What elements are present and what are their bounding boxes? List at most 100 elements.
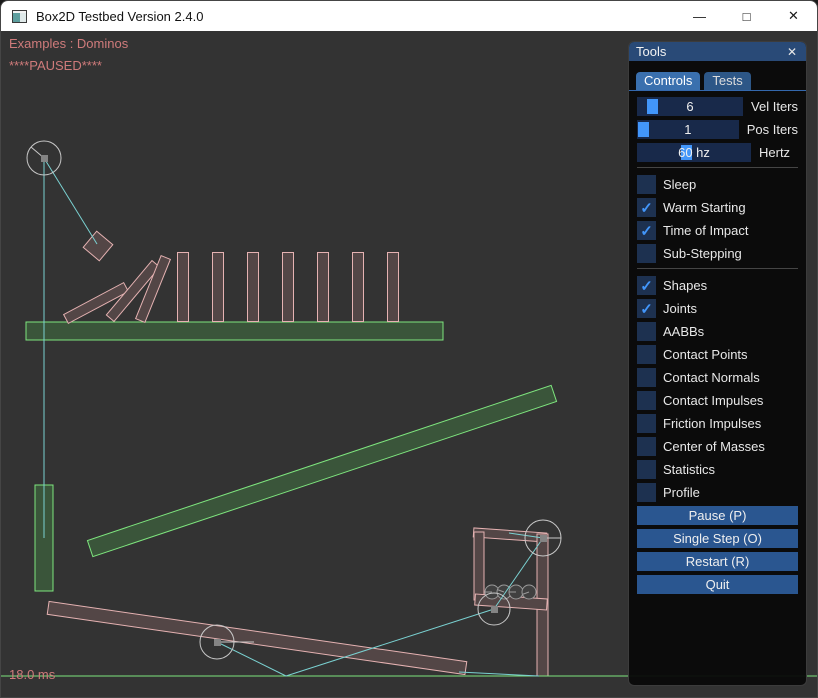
app-icon [12, 10, 27, 23]
quit-button[interactable]: Quit [637, 575, 798, 594]
maximize-icon[interactable]: □ [723, 1, 770, 31]
checkbox-center-of-masses[interactable]: Center of Masses [637, 437, 798, 456]
checkbox-unchecked-box[interactable] [637, 368, 656, 387]
checkbox-unchecked-box[interactable] [637, 322, 656, 341]
body-dyn [178, 253, 189, 322]
checkbox-checked-icon[interactable]: ✓ [637, 198, 656, 217]
action-button-group: Pause (P) Single Step (O) Restart (R) Quit [637, 506, 798, 594]
checkbox-label: Center of Masses [663, 439, 765, 454]
solver-checkbox-group: Sleep ✓ Warm Starting ✓ Time of Impact Sub-St… [637, 175, 798, 263]
slider-group: 6 Vel Iters 1 Pos Iters 60 hz Hertz [637, 97, 798, 162]
checkbox-friction-impulses[interactable]: Friction Impulses [637, 414, 798, 433]
checkbox-label: AABBs [663, 324, 704, 339]
body-dyn [318, 253, 329, 322]
tab-tests[interactable]: Tests [704, 72, 750, 90]
separator [637, 268, 798, 269]
panel-close-icon[interactable]: ✕ [785, 45, 799, 59]
tools-panel-title: Tools [636, 44, 666, 59]
checkbox-joints[interactable]: ✓ Joints [637, 299, 798, 318]
slider-value: 6 [637, 97, 743, 116]
checkbox-label: Statistics [663, 462, 715, 477]
checkbox-contact-points[interactable]: Contact Points [637, 345, 798, 364]
checkbox-unchecked-box[interactable] [637, 414, 656, 433]
slider-label: Hertz [759, 145, 790, 160]
ball-sleep [509, 585, 523, 599]
slider-vel-iters[interactable]: 6 [637, 97, 743, 116]
body-dyn [283, 253, 294, 322]
ball-sleep [522, 585, 536, 599]
body-dyn [248, 253, 259, 322]
checkbox-checked-icon[interactable]: ✓ [637, 299, 656, 318]
pause-p-button[interactable]: Pause (P) [637, 506, 798, 525]
body-dyn [388, 253, 399, 322]
tab-controls[interactable]: Controls [636, 72, 700, 90]
window-title: Box2D Testbed Version 2.4.0 [36, 9, 203, 24]
checkbox-checked-icon[interactable]: ✓ [637, 221, 656, 240]
tab-bar: ControlsTests [629, 61, 806, 91]
checkbox-label: Sub-Stepping [663, 246, 742, 261]
example-label: Examples : Dominos [9, 36, 128, 51]
checkbox-label: Contact Normals [663, 370, 760, 385]
body-dyn [474, 532, 484, 600]
checkbox-label: Joints [663, 301, 697, 316]
checkbox-unchecked-box[interactable] [637, 460, 656, 479]
checkbox-sleep[interactable]: Sleep [637, 175, 798, 194]
checkbox-unchecked-box[interactable] [637, 483, 656, 502]
checkbox-unchecked-box[interactable] [637, 244, 656, 263]
slider-label: Pos Iters [747, 122, 798, 137]
checkbox-label: Contact Points [663, 347, 748, 362]
slider-pos-iters[interactable]: 1 [637, 120, 739, 139]
joint-line [44, 158, 97, 244]
checkbox-contact-normals[interactable]: Contact Normals [637, 368, 798, 387]
checkbox-unchecked-box[interactable] [637, 175, 656, 194]
joint-anchor-point [214, 639, 221, 646]
slider-value: 60 hz [637, 143, 751, 162]
paused-banner: ****PAUSED**** [9, 58, 102, 73]
joint-line [459, 672, 539, 676]
single-step-o-button[interactable]: Single Step (O) [637, 529, 798, 548]
slider-row-hertz: 60 hz Hertz [637, 143, 798, 162]
checkbox-unchecked-box[interactable] [637, 437, 656, 456]
checkbox-unchecked-box[interactable] [637, 391, 656, 410]
restart-r-button[interactable]: Restart (R) [637, 552, 798, 571]
checkbox-warm-starting[interactable]: ✓ Warm Starting [637, 198, 798, 217]
checkbox-label: Sleep [663, 177, 696, 192]
minimize-icon[interactable]: — [676, 1, 723, 31]
checkbox-contact-impulses[interactable]: Contact Impulses [637, 391, 798, 410]
body-dyn [213, 253, 224, 322]
close-icon[interactable]: ✕ [770, 1, 817, 31]
tools-panel-header[interactable]: Tools ✕ [629, 42, 806, 61]
checkbox-statistics[interactable]: Statistics [637, 460, 798, 479]
checkbox-shapes[interactable]: ✓ Shapes [637, 276, 798, 295]
checkbox-sub-stepping[interactable]: Sub-Stepping [637, 244, 798, 263]
slider-row-vel-iters: 6 Vel Iters [637, 97, 798, 116]
slider-label: Vel Iters [751, 99, 798, 114]
joint-anchor-point [540, 535, 547, 542]
tools-panel: Tools ✕ ControlsTests 6 Vel Iters 1 Pos Ite… [628, 41, 807, 686]
window-controls: — □ ✕ [676, 1, 817, 31]
slider-hertz[interactable]: 60 hz [637, 143, 751, 162]
checkbox-label: Contact Impulses [663, 393, 763, 408]
body-static [26, 322, 443, 340]
tools-content: 6 Vel Iters 1 Pos Iters 60 hz Hertz Sleep ✓ War… [629, 91, 806, 594]
checkbox-label: Shapes [663, 278, 707, 293]
app-window: Examples : Dominos ****PAUSED**** 18.0 m… [0, 0, 818, 698]
checkbox-label: Profile [663, 485, 700, 500]
separator [637, 167, 798, 168]
draw-checkbox-group: ✓ Shapes ✓ Joints AABBs Contact Points Contact… [637, 276, 798, 502]
checkbox-time-of-impact[interactable]: ✓ Time of Impact [637, 221, 798, 240]
slider-row-pos-iters: 1 Pos Iters [637, 120, 798, 139]
joint-anchor-point [41, 155, 48, 162]
titlebar: Box2D Testbed Version 2.4.0 — □ ✕ [1, 1, 817, 31]
joint-anchor-point [491, 606, 498, 613]
checkbox-unchecked-box[interactable] [637, 345, 656, 364]
body-dyn [83, 231, 113, 261]
checkbox-checked-icon[interactable]: ✓ [637, 276, 656, 295]
checkbox-aabbs[interactable]: AABBs [637, 322, 798, 341]
checkbox-label: Friction Impulses [663, 416, 761, 431]
checkbox-label: Warm Starting [663, 200, 746, 215]
checkbox-profile[interactable]: Profile [637, 483, 798, 502]
body-dyn [353, 253, 364, 322]
checkbox-label: Time of Impact [663, 223, 748, 238]
frame-time-label: 18.0 ms [9, 667, 55, 682]
